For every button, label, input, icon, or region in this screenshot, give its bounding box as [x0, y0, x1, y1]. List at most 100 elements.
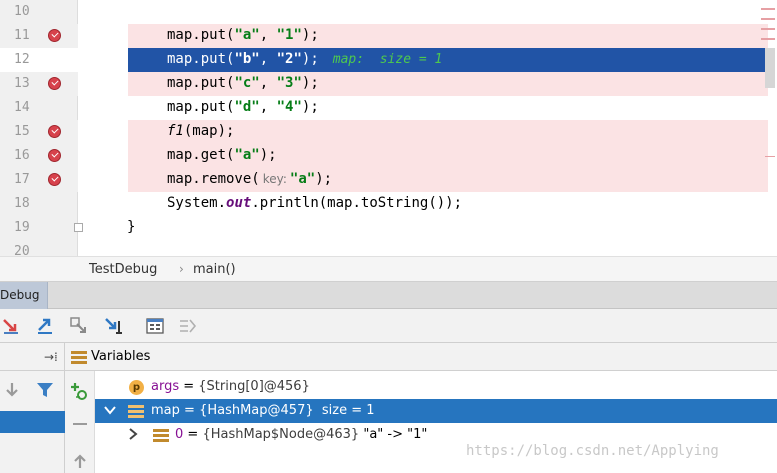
line-number: 13	[14, 76, 30, 91]
remove-watch-icon[interactable]	[73, 423, 87, 425]
code-token: map.put(	[167, 27, 235, 43]
code-text[interactable]: }	[127, 219, 135, 235]
selected-frame-row[interactable]	[0, 411, 65, 433]
frames-tools	[0, 371, 65, 411]
code-token: );	[301, 99, 319, 115]
code-token: (map);	[183, 123, 235, 139]
code-line-16[interactable]: 16 map.get("a");	[0, 144, 777, 168]
line-number: 18	[14, 196, 30, 211]
breadcrumb-class[interactable]: TestDebug	[89, 262, 157, 277]
variable-value: {String[0]@456}	[198, 379, 310, 394]
evaluate-expression-icon[interactable]	[144, 315, 166, 337]
code-text[interactable]: map.remove(key: "a");	[167, 171, 332, 187]
code-token: map.put(	[167, 51, 235, 67]
variable-text: 0 = {HashMap$Node@463} "a" -> "1"	[175, 427, 427, 442]
string-literal: "a"	[234, 27, 260, 43]
method-call: f1	[167, 123, 184, 139]
move-up-icon[interactable]	[72, 453, 88, 473]
line-number: 12	[14, 52, 30, 67]
code-line-10[interactable]: 10	[0, 0, 777, 24]
code-token: map.put(	[167, 75, 235, 91]
arrow-down-icon[interactable]	[4, 381, 20, 403]
pin-icon[interactable]: →⁞	[44, 350, 58, 364]
variable-row-args[interactable]: p args = {String[0]@456}	[95, 375, 777, 399]
code-line-20[interactable]: 20	[0, 240, 777, 256]
code-token: ,	[259, 75, 277, 91]
parameter-icon: p	[129, 380, 144, 395]
code-text[interactable]: map.put("a", "1");	[167, 27, 319, 43]
string-literal: "a"	[289, 171, 316, 187]
code-text[interactable]: map.put("d", "4");	[167, 99, 319, 115]
variable-value: {HashMap$Node@463}	[202, 427, 360, 442]
code-token: map.remove(	[167, 171, 260, 187]
code-line-11[interactable]: 11 map.put("a", "1");	[0, 24, 777, 48]
force-step-into-icon[interactable]	[102, 315, 124, 337]
string-literal: "a"	[234, 147, 260, 163]
error-stripe-mark[interactable]	[761, 8, 775, 10]
variable-row-map[interactable]: map = {HashMap@457} size = 1	[95, 399, 777, 423]
breakpoint-icon[interactable]	[48, 77, 61, 90]
code-text[interactable]: map.put("c", "3");	[167, 75, 319, 91]
string-literal: "3"	[276, 75, 302, 91]
chevron-right-icon[interactable]	[127, 427, 139, 444]
code-text[interactable]: System.out.println(map.toString());	[167, 195, 462, 211]
code-token: map.put(	[167, 99, 235, 115]
variable-entry: "a" -> "1"	[359, 427, 428, 442]
variable-size: size = 1	[313, 403, 375, 418]
error-stripe-mark[interactable]	[761, 28, 775, 30]
code-text[interactable]: f1(map);	[167, 123, 234, 139]
code-editor[interactable]: 10 11 map.put("a", "1"); 12 map.put("b",…	[0, 0, 777, 256]
code-line-17[interactable]: 17 map.remove(key: "a");	[0, 168, 777, 192]
line-number: 11	[14, 28, 30, 43]
parameter-hint: key:	[262, 172, 287, 186]
breakpoint-icon[interactable]	[48, 173, 61, 186]
field-icon	[128, 405, 144, 418]
string-literal: "d"	[234, 99, 260, 115]
line-number: 20	[14, 244, 30, 256]
chevron-down-icon[interactable]	[103, 403, 117, 420]
breakpoint-icon[interactable]	[48, 29, 61, 42]
error-stripe-mark[interactable]	[761, 38, 775, 40]
step-into-icon[interactable]	[68, 315, 90, 337]
code-line-18[interactable]: 18 System.out.println(map.toString());	[0, 192, 777, 216]
code-token: map.get(	[167, 147, 235, 163]
code-text[interactable]: map.put("b", "2"); map: size = 1	[167, 51, 442, 67]
code-line-12[interactable]: 12 map.put("b", "2"); map: size = 1	[0, 48, 777, 72]
equals-sign: =	[179, 403, 200, 418]
code-token: );	[259, 147, 277, 163]
code-text[interactable]: map.get("a");	[167, 147, 277, 163]
string-literal: "2"	[276, 51, 302, 67]
scrollbar-thumb[interactable]	[765, 48, 775, 88]
string-literal: "c"	[234, 75, 260, 91]
code-line-14[interactable]: 14 map.put("d", "4");	[0, 96, 777, 120]
frames-header: →⁞	[0, 343, 65, 371]
error-stripe-mark[interactable]	[765, 156, 775, 157]
code-token: ,	[259, 99, 277, 115]
breakpoint-icon[interactable]	[48, 149, 61, 162]
breakpoint-icon[interactable]	[48, 125, 61, 138]
tab-debug[interactable]: Debug	[0, 282, 48, 309]
equals-sign: =	[179, 379, 199, 394]
new-watch-icon[interactable]	[70, 381, 90, 405]
error-stripe-mark[interactable]	[761, 18, 775, 20]
fold-marker-icon[interactable]	[74, 223, 83, 232]
variable-text: map = {HashMap@457} size = 1	[151, 403, 375, 418]
trace-stream-icon[interactable]	[177, 315, 199, 337]
variables-side-toolbar	[65, 371, 95, 473]
tool-window-tabbar: Debug	[0, 282, 777, 309]
code-line-15[interactable]: 15 f1(map);	[0, 120, 777, 144]
code-line-19[interactable]: 19 }	[0, 216, 777, 240]
code-line-13[interactable]: 13 map.put("c", "3");	[0, 72, 777, 96]
show-execution-point-icon[interactable]	[1, 315, 23, 337]
breadcrumb-method[interactable]: main()	[193, 262, 236, 277]
variable-name: args	[151, 379, 180, 394]
filter-icon[interactable]	[36, 382, 54, 402]
variable-value: {HashMap@457}	[199, 403, 314, 418]
code-token: .println(map.toString());	[251, 195, 463, 211]
variables-header: Variables	[65, 343, 777, 371]
step-over-icon[interactable]	[34, 315, 56, 337]
watermark-text: https://blog.csdn.net/Applying	[466, 443, 719, 459]
line-number: 19	[14, 220, 30, 235]
variables-icon	[71, 350, 87, 369]
code-token: ,	[259, 27, 277, 43]
